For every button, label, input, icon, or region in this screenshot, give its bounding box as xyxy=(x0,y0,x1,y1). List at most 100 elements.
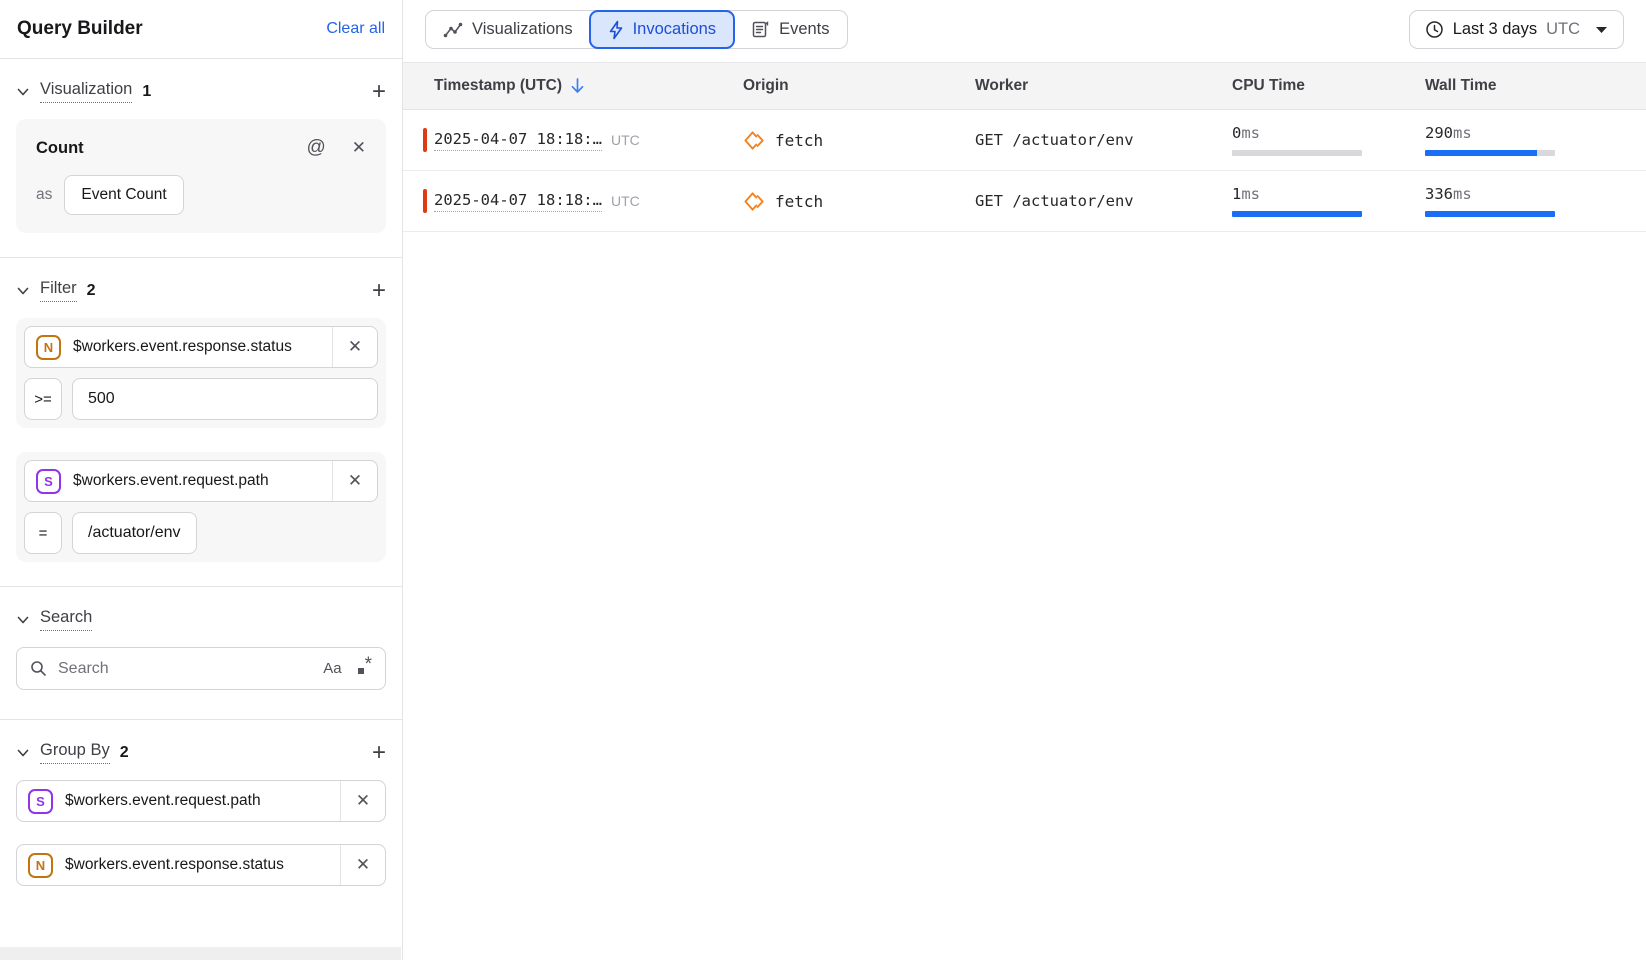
filter-count: 2 xyxy=(87,282,96,300)
table-body: 2025-04-07 18:18:… UTC fetch GET /actuat… xyxy=(403,110,1646,232)
group-by-field-row[interactable]: S $workers.event.request.path ✕ xyxy=(16,780,386,822)
search-placeholder: Search xyxy=(58,660,312,678)
wall-time-unit: ms xyxy=(1453,124,1472,142)
group-by-section-label[interactable]: Group By xyxy=(40,741,110,764)
search-section: Search Search Aa * xyxy=(0,608,402,690)
search-icon xyxy=(30,660,47,677)
string-type-icon: S xyxy=(28,789,53,814)
group-by-field-name[interactable]: $workers.event.response.status xyxy=(65,856,340,874)
origin-value: fetch xyxy=(775,131,823,150)
number-type-icon: N xyxy=(36,335,61,360)
worker-value: GET /actuator/env xyxy=(975,192,1134,210)
origin-value: fetch xyxy=(775,192,823,211)
section-divider xyxy=(0,719,402,720)
sort-desc-icon[interactable] xyxy=(570,77,585,95)
wall-time-bar xyxy=(1425,211,1555,217)
group-by-section: Group By 2 + S $workers.event.request.pa… xyxy=(0,741,402,886)
number-type-icon: N xyxy=(28,853,53,878)
timezone-label: UTC xyxy=(611,132,640,148)
column-header-cpu-time[interactable]: CPU Time xyxy=(1201,63,1394,109)
clear-all-link[interactable]: Clear all xyxy=(326,20,385,38)
timestamp-link[interactable]: 2025-04-07 18:18:… xyxy=(434,130,602,151)
wall-time-bar xyxy=(1425,150,1555,156)
remove-group-by-icon[interactable]: ✕ xyxy=(340,781,385,821)
remove-filter-icon[interactable]: ✕ xyxy=(332,327,377,367)
filter-section: Filter 2 + N $workers.event.response.sta… xyxy=(0,279,402,562)
tab-visualizations[interactable]: Visualizations xyxy=(426,11,590,48)
tab-events[interactable]: Events xyxy=(734,11,846,48)
sidebar-bottom-peek xyxy=(0,947,401,960)
results-panel: Visualizations Invocations Events xyxy=(403,0,1646,960)
string-type-icon: S xyxy=(36,469,61,494)
wall-time-value: 290 xyxy=(1425,124,1453,142)
remove-filter-icon[interactable]: ✕ xyxy=(332,461,377,501)
error-indicator-bar xyxy=(423,189,427,213)
worker-value: GET /actuator/env xyxy=(975,131,1134,149)
clock-icon xyxy=(1425,20,1444,39)
wall-bar-fill xyxy=(1425,211,1555,217)
wall-time-unit: ms xyxy=(1453,185,1472,203)
group-by-field-row[interactable]: N $workers.event.response.status ✕ xyxy=(16,844,386,886)
match-case-icon[interactable]: Aa xyxy=(323,660,341,677)
filter-section-label[interactable]: Filter xyxy=(40,279,77,302)
visualization-section-label[interactable]: Visualization xyxy=(40,80,132,103)
chevron-down-icon[interactable] xyxy=(16,613,30,627)
filter-field-row[interactable]: N $workers.event.response.status ✕ xyxy=(24,326,378,368)
remove-group-by-icon[interactable]: ✕ xyxy=(340,845,385,885)
tab-label: Events xyxy=(779,20,829,39)
group-by-field-name[interactable]: $workers.event.request.path xyxy=(65,792,340,810)
add-group-by-button[interactable]: + xyxy=(372,743,386,763)
visualization-alias-button[interactable]: Event Count xyxy=(64,175,183,215)
filter-value-input[interactable]: 500 xyxy=(72,378,378,420)
filter-field-row[interactable]: S $workers.event.request.path ✕ xyxy=(24,460,378,502)
regex-icon[interactable]: * xyxy=(358,658,372,680)
visualization-card: Count @ ✕ as Event Count xyxy=(16,119,386,233)
remove-visualization-icon[interactable]: ✕ xyxy=(352,138,366,158)
column-header-worker[interactable]: Worker xyxy=(944,63,1201,109)
as-label: as xyxy=(36,186,52,204)
cpu-time-bar xyxy=(1232,211,1362,217)
tab-invocations[interactable]: Invocations xyxy=(589,10,735,49)
time-range-dropdown[interactable]: Last 3 days UTC xyxy=(1409,10,1624,49)
cpu-time-unit: ms xyxy=(1241,124,1260,142)
error-indicator-bar xyxy=(423,128,427,152)
filter-field-name[interactable]: $workers.event.response.status xyxy=(73,338,332,356)
section-divider xyxy=(0,586,402,587)
wall-bar-fill xyxy=(1425,150,1537,156)
add-visualization-button[interactable]: + xyxy=(372,82,386,102)
alias-at-icon[interactable]: @ xyxy=(306,137,325,159)
events-document-icon xyxy=(751,20,770,39)
query-builder-sidebar: Query Builder Clear all Visualization 1 … xyxy=(0,0,403,960)
tab-label: Visualizations xyxy=(472,20,573,39)
timestamp-link[interactable]: 2025-04-07 18:18:… xyxy=(434,191,602,212)
search-input[interactable]: Search Aa * xyxy=(16,647,386,690)
caret-down-icon xyxy=(1595,26,1608,34)
visualization-function[interactable]: Count xyxy=(36,139,84,158)
page-title: Query Builder xyxy=(17,18,143,40)
visualization-count: 1 xyxy=(142,83,151,101)
time-range-label: Last 3 days xyxy=(1453,20,1537,39)
filter-card: S $workers.event.request.path ✕ = /actua… xyxy=(16,452,386,562)
visualization-section: Visualization 1 + Count @ ✕ as Event Cou… xyxy=(0,80,402,233)
column-header-origin[interactable]: Origin xyxy=(712,63,944,109)
table-row[interactable]: 2025-04-07 18:18:… UTC fetch GET /actuat… xyxy=(403,171,1646,232)
search-section-label[interactable]: Search xyxy=(40,608,92,631)
filter-field-name[interactable]: $workers.event.request.path xyxy=(73,472,332,490)
column-header-wall-time[interactable]: Wall Time xyxy=(1394,63,1646,109)
cpu-time-value: 0 xyxy=(1232,124,1241,142)
add-filter-button[interactable]: + xyxy=(372,281,386,301)
results-toolbar: Visualizations Invocations Events xyxy=(403,0,1646,62)
filter-value-input[interactable]: /actuator/env xyxy=(72,512,197,554)
chevron-down-icon[interactable] xyxy=(16,284,30,298)
workers-origin-icon xyxy=(743,191,766,212)
filter-operator-select[interactable]: = xyxy=(24,512,62,554)
chevron-down-icon[interactable] xyxy=(16,746,30,760)
chevron-down-icon[interactable] xyxy=(16,85,30,99)
column-header-timestamp[interactable]: Timestamp (UTC) xyxy=(403,63,712,109)
tab-label: Invocations xyxy=(633,20,716,39)
table-row[interactable]: 2025-04-07 18:18:… UTC fetch GET /actuat… xyxy=(403,110,1646,171)
timezone-label: UTC xyxy=(611,193,640,209)
cpu-time-value: 1 xyxy=(1232,185,1241,203)
time-range-timezone: UTC xyxy=(1546,20,1580,39)
filter-operator-select[interactable]: >= xyxy=(24,378,62,420)
